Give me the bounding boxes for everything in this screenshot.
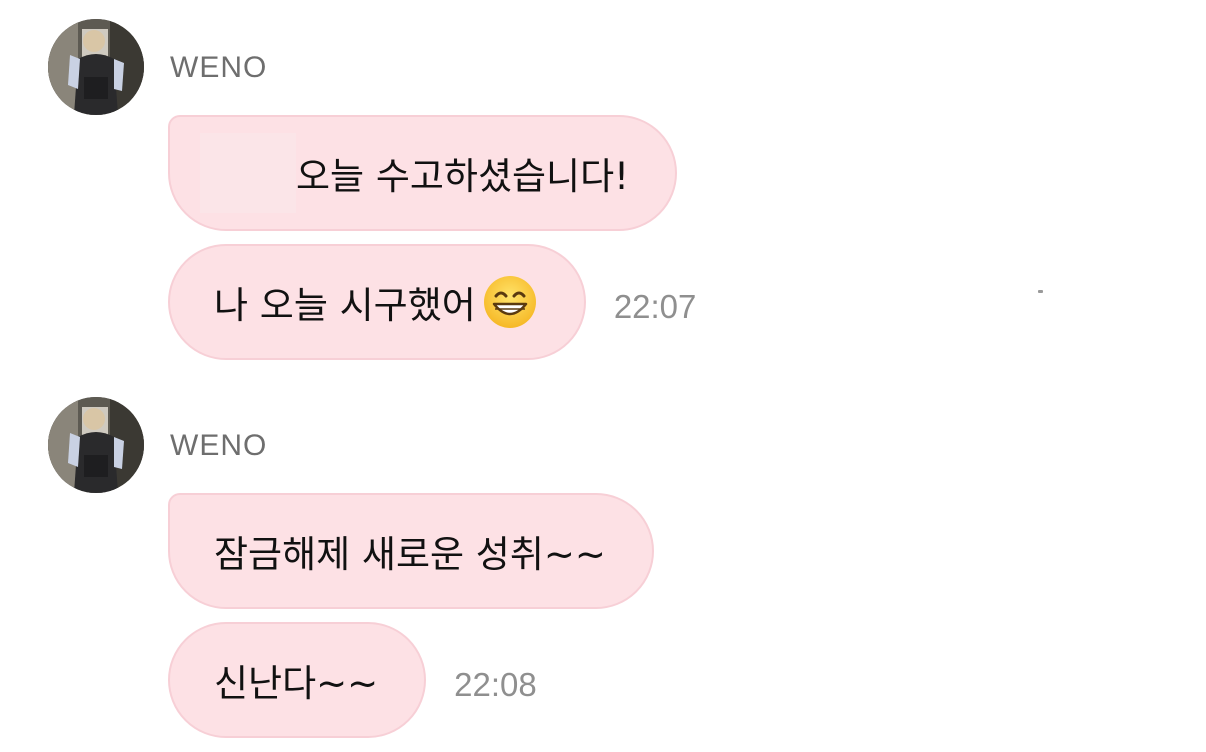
message-bubble[interactable]: 잠금해제 새로운 성취~~ (168, 493, 654, 609)
message-text: 잠금해제 새로운 성취~~ (214, 533, 606, 576)
avatar[interactable] (48, 397, 144, 493)
message-row: 잠금해제 새로운 성취~~ (168, 493, 654, 609)
stray-dot (1038, 290, 1043, 293)
message-row: 신난다~~ 22:08 (168, 622, 537, 738)
grinning-face-emoji-icon (483, 276, 536, 328)
timestamp: 22:07 (613, 288, 697, 325)
message-bubble[interactable]: 신난다~~ (168, 622, 427, 738)
avatar-photo-icon (48, 19, 144, 115)
message-text: 나 오늘 시구했어 (214, 284, 476, 327)
avatar-photo-icon (48, 397, 144, 493)
message-row: 오늘 수고하셨습니다! (168, 115, 677, 231)
message-bubble[interactable]: 오늘 수고하셨습니다! (168, 115, 677, 231)
message-text: 신난다~~ (214, 662, 379, 705)
sender-name: WENO (170, 51, 268, 84)
sender-name: WENO (170, 429, 268, 462)
message-text: 오늘 수고하셨습니다! (296, 155, 629, 198)
message-bubble[interactable]: 나 오늘 시구했어 (168, 244, 586, 360)
timestamp: 22:08 (454, 666, 537, 703)
avatar[interactable] (48, 19, 144, 115)
highlight-block (200, 133, 296, 213)
message-row: 나 오늘 시구했어 22:07 (168, 244, 696, 360)
